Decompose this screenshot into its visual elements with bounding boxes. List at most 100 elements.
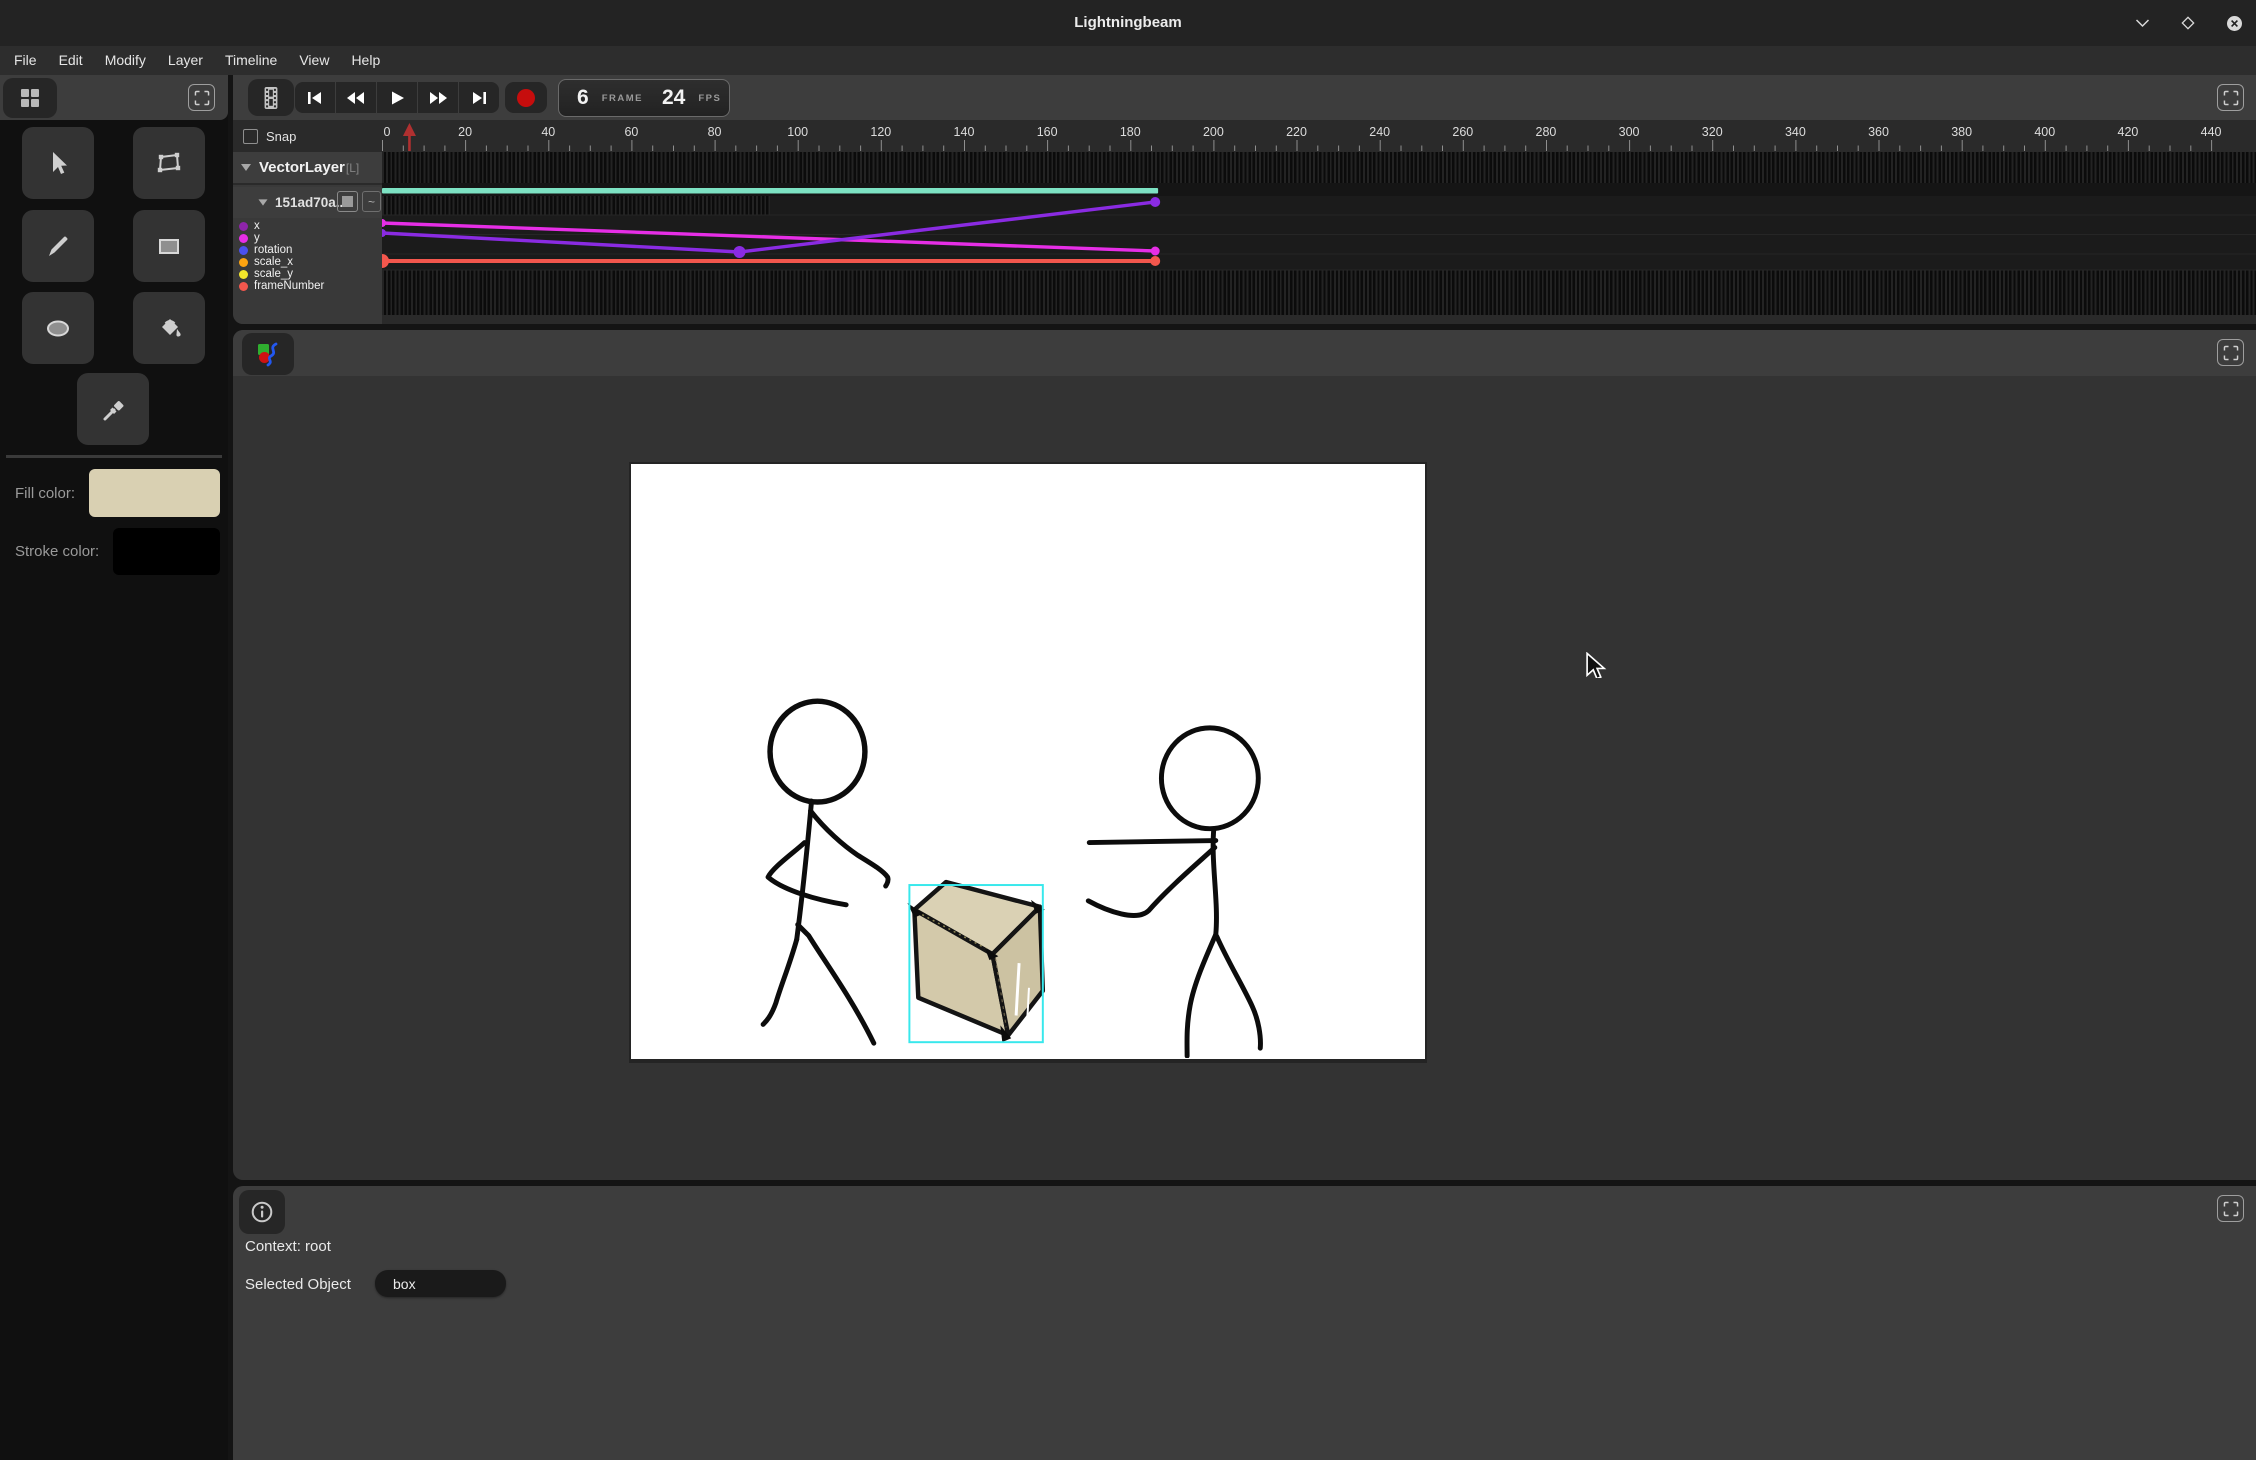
rewind-button[interactable] (336, 82, 376, 113)
record-button[interactable] (505, 82, 547, 113)
canvas-expand-button[interactable] (2217, 339, 2244, 366)
menu-view[interactable]: View (288, 46, 340, 75)
property-color-dot (239, 282, 248, 291)
svg-text:20: 20 (458, 125, 472, 139)
property-row-rotation[interactable]: rotation (233, 244, 382, 256)
expand-icon (2222, 344, 2240, 362)
frame-fps-panel[interactable]: 6 FRAME 24 FPS (558, 79, 730, 117)
app-window: Lightningbeam FileEditModifyLayerTimelin… (0, 0, 2256, 1460)
timeline-menu-button[interactable] (248, 79, 294, 116)
selected-object-value[interactable]: box (375, 1270, 506, 1297)
fps-value[interactable]: 24 (662, 86, 685, 110)
svg-text:300: 300 (1619, 125, 1640, 139)
title-bar: Lightningbeam (0, 0, 2256, 46)
playback-controls (295, 82, 499, 113)
stroke-color-label: Stroke color: (15, 543, 99, 560)
svg-text:40: 40 (541, 125, 555, 139)
svg-text:0: 0 (384, 125, 391, 139)
property-label: y (254, 232, 260, 244)
svg-text:400: 400 (2034, 125, 2055, 139)
play-button[interactable] (377, 82, 417, 113)
svg-text:420: 420 (2118, 125, 2139, 139)
grid-icon (18, 86, 42, 110)
stick-figure-left[interactable] (763, 701, 888, 1043)
sidebar-divider (6, 455, 222, 458)
select-tool-button[interactable] (22, 127, 94, 199)
panel-grid-button[interactable] (3, 78, 57, 118)
property-row-x[interactable]: x (233, 220, 382, 232)
svg-text:260: 260 (1452, 125, 1473, 139)
menu-edit[interactable]: Edit (48, 46, 94, 75)
stage-canvas[interactable] (629, 462, 1427, 1063)
paint-bucket-tool-button[interactable] (133, 292, 205, 364)
collapse-triangle-icon[interactable] (259, 199, 268, 205)
menu-timeline[interactable]: Timeline (214, 46, 288, 75)
window-title: Lightningbeam (0, 0, 2256, 46)
info-panel: Context: root Selected Object box (233, 1186, 2256, 1460)
svg-text:320: 320 (1702, 125, 1723, 139)
rectangle-tool-button[interactable] (133, 210, 205, 282)
menu-bar: FileEditModifyLayerTimelineViewHelp (0, 46, 2256, 75)
stroke-color-swatch[interactable] (113, 528, 220, 575)
timeline-track-area[interactable]: 0204060801001201401601802002202402602803… (382, 120, 2256, 324)
layer-row-object[interactable]: 151ad70a... ~ (233, 187, 382, 218)
info-expand-button[interactable] (2217, 1195, 2244, 1222)
svg-text:360: 360 (1868, 125, 1889, 139)
paint-bucket-icon (153, 312, 185, 344)
svg-text:440: 440 (2201, 125, 2222, 139)
film-strip-icon (260, 85, 282, 111)
sidebar-expand-button[interactable] (188, 84, 215, 111)
eyedropper-tool-button[interactable] (77, 373, 149, 445)
svg-text:80: 80 (708, 125, 722, 139)
menu-help[interactable]: Help (340, 46, 391, 75)
rectangle-icon (153, 230, 185, 262)
timeline-expand-button[interactable] (2217, 84, 2244, 111)
snap-checkbox[interactable] (243, 129, 258, 144)
svg-text:60: 60 (624, 125, 638, 139)
menu-file[interactable]: File (3, 46, 48, 75)
stick-figure-right[interactable] (1088, 728, 1260, 1056)
collapse-triangle-icon[interactable] (241, 164, 251, 171)
svg-text:140: 140 (954, 125, 975, 139)
minimize-icon[interactable] (2132, 13, 2152, 33)
expand-icon (2222, 89, 2240, 107)
property-label: scale_y (254, 268, 293, 280)
menu-modify[interactable]: Modify (94, 46, 157, 75)
layer-visibility-button[interactable] (337, 191, 358, 212)
layer-ease-button[interactable]: ~ (362, 191, 381, 212)
tool-sidebar: Fill color: Stroke color: (0, 75, 228, 1460)
svg-text:280: 280 (1536, 125, 1557, 139)
info-tab-button[interactable] (239, 1190, 285, 1234)
property-row-scale_x[interactable]: scale_x (233, 256, 382, 268)
maximize-icon[interactable] (2178, 13, 2198, 33)
property-label: frameNumber (254, 280, 324, 292)
frame-value[interactable]: 6 (577, 86, 589, 110)
timeline-panel: 6 FRAME 24 FPS Snap VectorLayer [L] (233, 75, 2256, 324)
fast-forward-button[interactable] (418, 82, 458, 113)
pencil-tool-button[interactable] (22, 210, 94, 282)
property-color-dot (239, 234, 248, 243)
ellipse-tool-button[interactable] (22, 292, 94, 364)
property-color-dot (239, 258, 248, 267)
property-row-y[interactable]: y (233, 232, 382, 244)
close-icon[interactable] (2224, 13, 2244, 33)
stage-tab-button[interactable] (242, 333, 294, 375)
timeline-layer-column: VectorLayer [L] 151ad70a... ~ xyrotation… (233, 152, 382, 324)
layer-tag: [L] (346, 161, 359, 175)
canvas-panel (233, 330, 2256, 1180)
skip-to-end-button[interactable] (459, 82, 499, 113)
fill-color-swatch[interactable] (89, 469, 220, 517)
expand-icon (193, 89, 211, 107)
eyedropper-icon (97, 393, 129, 425)
layer-row-vectorlayer[interactable]: VectorLayer [L] (233, 152, 382, 185)
menu-layer[interactable]: Layer (157, 46, 214, 75)
svg-text:100: 100 (787, 125, 808, 139)
box-object[interactable] (907, 882, 1044, 1042)
skip-to-start-button[interactable] (295, 82, 335, 113)
transform-tool-button[interactable] (133, 127, 205, 199)
shapes-logo-icon (255, 341, 281, 367)
svg-text:220: 220 (1286, 125, 1307, 139)
property-row-scale_y[interactable]: scale_y (233, 268, 382, 280)
ellipse-icon (42, 312, 74, 344)
property-row-frameNumber[interactable]: frameNumber (233, 280, 382, 292)
